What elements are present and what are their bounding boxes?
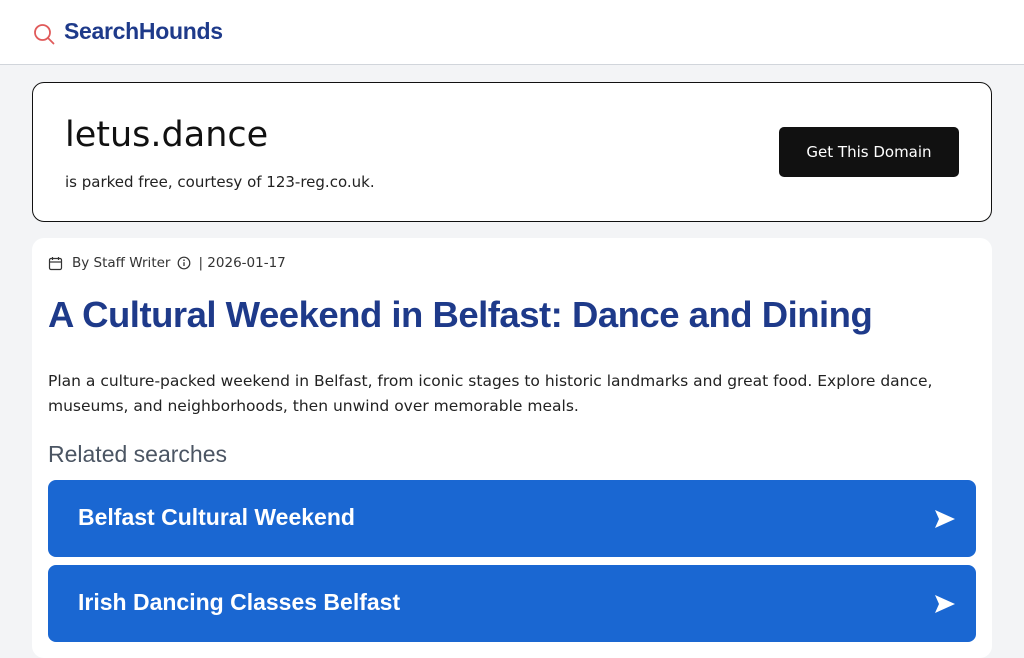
logo[interactable]: SearchHounds xyxy=(33,17,223,45)
article-meta: By Staff Writer | 2026-01-17 xyxy=(48,255,286,271)
logo-text: SearchHounds xyxy=(64,17,223,44)
top-bar: SearchHounds xyxy=(0,0,1024,65)
article-title: A Cultural Weekend in Belfast: Dance and… xyxy=(48,294,873,335)
search-icon xyxy=(34,24,55,45)
article-card: By Staff Writer | 2026-01-17 A Cultural … xyxy=(32,238,992,658)
domain-card: letus.dance is parked free, courtesy of … xyxy=(32,82,992,222)
calendar-icon xyxy=(48,256,63,270)
info-icon xyxy=(178,256,191,270)
related-searches-heading: Related searches xyxy=(48,441,227,467)
article-date: | 2026-01-17 xyxy=(198,255,286,271)
related-search-label: Irish Dancing Classes Belfast xyxy=(78,589,401,615)
related-search-label: Belfast Cultural Weekend xyxy=(78,504,355,530)
arrow-right-icon xyxy=(935,510,955,528)
related-search-item[interactable]: Belfast Cultural Weekend xyxy=(48,480,976,557)
article-author: By Staff Writer xyxy=(72,255,171,271)
arrow-right-icon xyxy=(935,595,955,613)
domain-subtitle: is parked free, courtesy of 123-reg.co.u… xyxy=(65,173,375,191)
get-domain-button[interactable]: Get This Domain xyxy=(779,127,959,177)
article-body: Plan a culture-packed weekend in Belfast… xyxy=(48,372,933,415)
domain-name: letus.dance xyxy=(65,115,269,155)
related-search-item[interactable]: Irish Dancing Classes Belfast xyxy=(48,565,976,642)
